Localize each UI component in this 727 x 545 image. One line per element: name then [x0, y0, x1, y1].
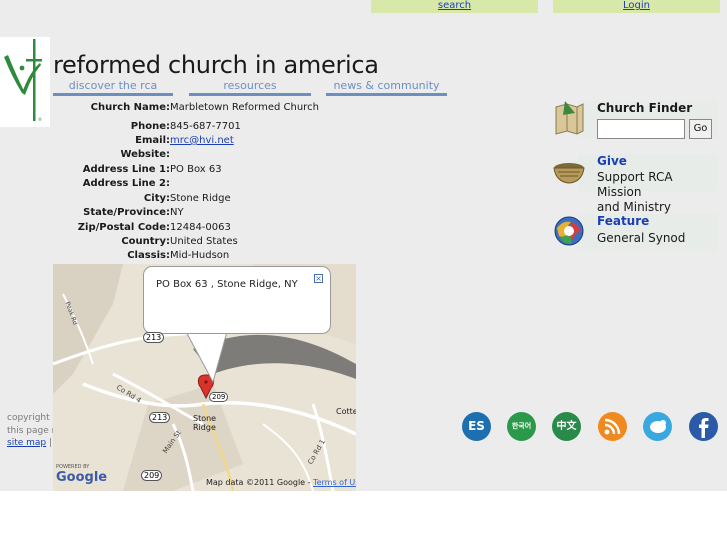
address1-value: PO Box 63 [170, 164, 222, 175]
page: search Login ® reformed church in americ… [0, 0, 727, 491]
feature-globe-icon [553, 214, 586, 251]
map-terms-link[interactable]: Terms of Use [313, 478, 356, 487]
give-subtitle-line-1: Support RCA Mission [597, 170, 673, 199]
email-link[interactable]: mrc@hvi.net [170, 135, 234, 146]
city-label: City: [143, 193, 170, 204]
website-label: Website: [120, 149, 170, 160]
map-info-window: PO Box 63 , Stone Ridge, NY × [143, 266, 331, 334]
info-window-text: PO Box 63 , Stone Ridge, NY [156, 279, 298, 290]
search-button[interactable]: search [371, 0, 538, 13]
close-icon[interactable]: × [314, 274, 323, 283]
spanish-language-icon[interactable]: ES [462, 412, 491, 441]
rca-logo-icon: ® [4, 39, 42, 122]
phone-value: 845-687-7701 [170, 121, 241, 132]
give-title[interactable]: Give [597, 154, 627, 168]
nav-tab-resources[interactable]: resources [189, 79, 311, 96]
map-town-label-1: Stone [193, 414, 217, 423]
map-road-label-213a: 213 [143, 332, 165, 343]
google-logo[interactable]: Google [56, 470, 107, 485]
search-link[interactable]: search [438, 0, 471, 11]
site-title[interactable]: reformed church in america [53, 51, 379, 79]
login-link[interactable]: Login [623, 0, 650, 11]
feature-widget[interactable]: Feature General Synod [553, 214, 717, 251]
facebook-icon[interactable] [689, 412, 718, 441]
nav-tab-news-community[interactable]: news & community [326, 79, 447, 96]
zip-value: 12484-0063 [170, 222, 231, 233]
country-label: Country: [121, 236, 170, 247]
login-button[interactable]: Login [553, 0, 720, 13]
footer-sitemap-link[interactable]: site map [7, 438, 46, 448]
give-widget[interactable]: Give Support RCA Mission and Ministry [553, 154, 717, 214]
country-value: United States [170, 236, 238, 247]
address2-label: Address Line 2: [82, 178, 170, 189]
classis-label: Classis: [127, 250, 170, 261]
rss-icon[interactable] [598, 412, 627, 441]
korean-language-icon[interactable]: 한국어 [507, 412, 536, 441]
svg-text:®: ® [38, 117, 42, 122]
map-place-label-cotte: Cotte [336, 407, 356, 416]
map-town-label-2: Ridge [193, 423, 216, 432]
church-name-value: Marbletown Reformed Church [170, 102, 319, 113]
offering-basket-icon [553, 154, 586, 191]
map-road-label-209a: 209 [209, 392, 229, 402]
email-label: Email: [135, 135, 170, 146]
feature-title[interactable]: Feature [597, 214, 649, 228]
chinese-language-icon[interactable]: 中文 [552, 412, 581, 441]
twitter-icon[interactable] [643, 412, 672, 441]
rca-logo[interactable]: ® [0, 37, 50, 127]
church-name-label: Church Name: [90, 102, 170, 113]
zip-label: Zip/Postal Code: [77, 222, 170, 233]
church-finder-title: Church Finder [597, 101, 693, 115]
church-finder-icon [553, 101, 586, 138]
nav-tab-discover[interactable]: discover the rca [53, 79, 173, 96]
address1-label: Address Line 1: [82, 164, 170, 175]
map-attribution-text: Map data ©2011 Google - [206, 478, 314, 487]
city-value: Stone Ridge [170, 193, 231, 204]
give-subtitle-line-2: and Ministry [597, 200, 672, 214]
state-label: State/Province: [83, 207, 170, 218]
phone-label: Phone: [130, 121, 170, 132]
church-finder-go-button[interactable]: Go [689, 119, 712, 139]
google-map[interactable]: PO Box 63 , Stone Ridge, NY × 213 213 20… [53, 264, 356, 491]
give-subtitle: Support RCA Mission and Ministry [597, 170, 717, 215]
classis-value: Mid-Hudson [170, 250, 230, 261]
map-road-label-209b: 209 [141, 470, 163, 481]
map-attribution: Map data ©2011 Google - Terms of Use [206, 478, 356, 487]
church-finder-input[interactable] [597, 119, 685, 139]
state-value: NY [170, 207, 184, 218]
feature-subtitle: General Synod [597, 231, 686, 245]
map-road-label-213b: 213 [149, 412, 171, 423]
